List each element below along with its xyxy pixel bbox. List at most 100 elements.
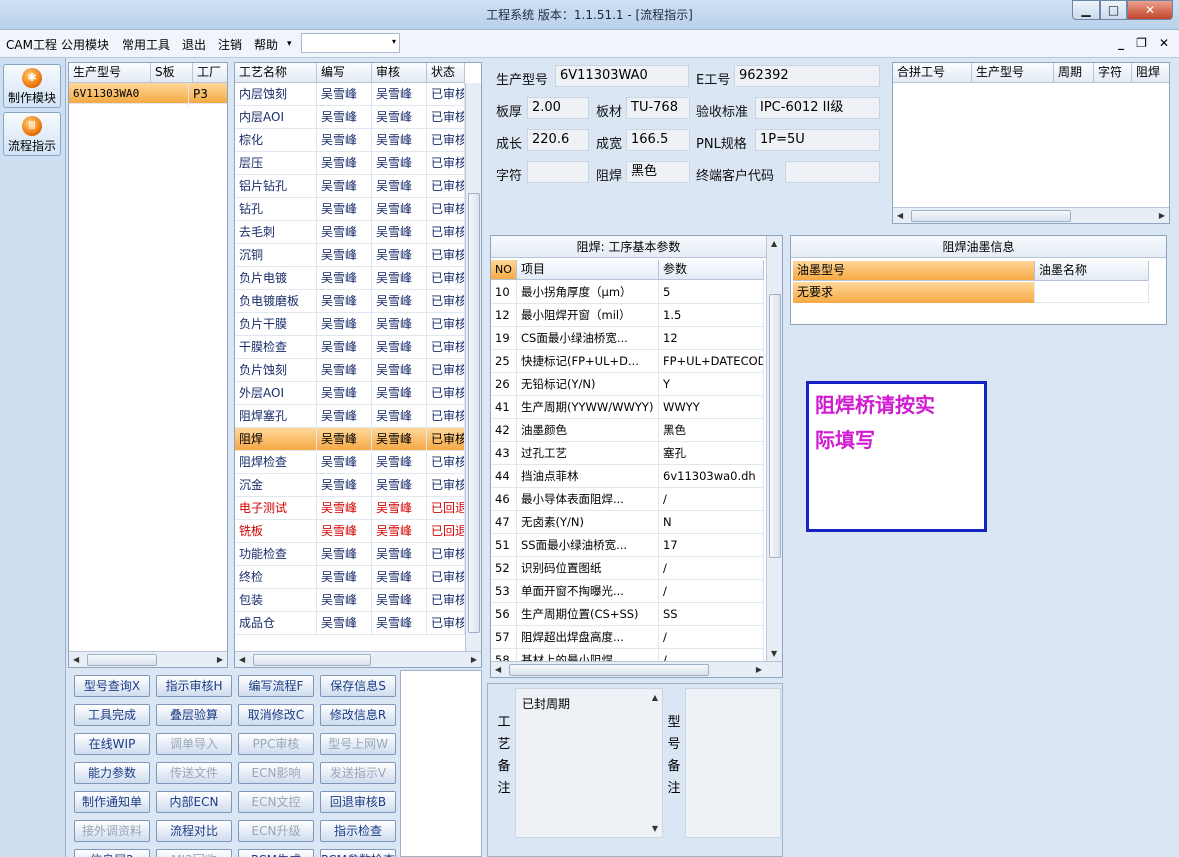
function-button-0-3[interactable]: 保存信息S [320, 675, 396, 697]
function-button-6-0[interactable]: 信息层2 [74, 849, 150, 857]
col-writer[interactable]: 编写 [317, 63, 372, 83]
table-row[interactable]: 44 挡油点菲林 6v11303wa0.dh [491, 465, 764, 488]
function-button-2-0[interactable]: 在线WIP [74, 733, 150, 755]
table-row[interactable]: 负片电镀 吴雪峰 吴雪峰 已审核 [235, 267, 465, 290]
table-row[interactable]: 干膜检查 吴雪峰 吴雪峰 已审核 [235, 336, 465, 359]
function-button-4-0[interactable]: 制作通知单 [74, 791, 150, 813]
table-row[interactable]: 包装 吴雪峰 吴雪峰 已审核 [235, 589, 465, 612]
function-button-6-3[interactable]: PCM参数检查 [320, 849, 396, 857]
function-button-5-2[interactable]: ECN升级 [238, 820, 314, 842]
horizontal-scrollbar[interactable]: ◀ ▶ [893, 207, 1169, 223]
minimize-button[interactable]: ▁ [1072, 0, 1100, 20]
thickness-field[interactable]: 2.00 [527, 97, 589, 119]
scroll-left-icon[interactable]: ◀ [239, 655, 245, 664]
table-row[interactable]: 47 无卤素(Y/N) N [491, 511, 764, 534]
table-row[interactable]: 沉铜 吴雪峰 吴雪峰 已审核 [235, 244, 465, 267]
table-row[interactable]: 沉金 吴雪峰 吴雪峰 已审核 [235, 474, 465, 497]
table-row[interactable]: 42 油墨颜色 黑色 [491, 419, 764, 442]
table-row[interactable]: 铝片钻孔 吴雪峰 吴雪峰 已审核 [235, 175, 465, 198]
col-process-name[interactable]: 工艺名称 [235, 63, 317, 83]
scroll-thumb[interactable] [769, 294, 781, 558]
menu-exit[interactable]: 退出 [182, 36, 206, 53]
table-row[interactable]: 外层AOI 吴雪峰 吴雪峰 已审核 [235, 382, 465, 405]
table-row[interactable]: 负电镀磨板 吴雪峰 吴雪峰 已审核 [235, 290, 465, 313]
width-field[interactable]: 166.5 [626, 129, 690, 151]
e-number-field[interactable]: 962392 [734, 65, 880, 87]
table-row[interactable]: 内层AOI 吴雪峰 吴雪峰 已审核 [235, 106, 465, 129]
char-field[interactable] [527, 161, 589, 183]
col-status[interactable]: 状态 [427, 63, 465, 83]
table-row[interactable]: 阻焊塞孔 吴雪峰 吴雪峰 已审核 [235, 405, 465, 428]
scroll-down-icon[interactable]: ▼ [652, 824, 658, 833]
scroll-right-icon[interactable]: ▶ [217, 655, 223, 664]
function-button-4-3[interactable]: 回退审核B [320, 791, 396, 813]
function-button-6-2[interactable]: PCM生成 [238, 849, 314, 857]
table-row[interactable]: 52 识别码位置图纸 / [491, 557, 764, 580]
function-button-3-0[interactable]: 能力参数 [74, 762, 150, 784]
vertical-scrollbar[interactable] [465, 83, 481, 651]
table-row[interactable]: 功能检查 吴雪峰 吴雪峰 已审核 [235, 543, 465, 566]
function-button-4-2[interactable]: ECN文控 [238, 791, 314, 813]
table-row[interactable]: 负片干膜 吴雪峰 吴雪峰 已审核 [235, 313, 465, 336]
table-row[interactable]: 无要求 [793, 282, 1149, 303]
menu-logout[interactable]: 注销 [218, 36, 242, 53]
col-merge-model[interactable]: 生产型号 [972, 63, 1054, 83]
col-merge-no[interactable]: 合拼工号 [893, 63, 972, 83]
col-item[interactable]: 项目 [517, 260, 659, 280]
col-ink-name[interactable]: 油墨名称 [1035, 261, 1149, 281]
table-row[interactable]: 25 快捷标记(FP+UL+D... FP+UL+DATECODE [491, 350, 764, 373]
table-row[interactable]: 阻焊检查 吴雪峰 吴雪峰 已审核 [235, 451, 465, 474]
function-button-5-3[interactable]: 指示检查 [320, 820, 396, 842]
length-field[interactable]: 220.6 [527, 129, 589, 151]
table-row[interactable]: 57 阻焊超出焊盘高度... / [491, 626, 764, 649]
function-button-3-3[interactable]: 发送指示V [320, 762, 396, 784]
table-row[interactable]: 56 生产周期位置(CS+SS) SS [491, 603, 764, 626]
table-row[interactable]: 内层蚀刻 吴雪峰 吴雪峰 已审核 [235, 83, 465, 106]
horizontal-scrollbar[interactable]: ◀ ▶ [69, 651, 227, 667]
function-button-3-2[interactable]: ECN影响 [238, 762, 314, 784]
menu-help[interactable]: 帮助 [254, 36, 278, 53]
pnl-field[interactable]: 1P=5U [755, 129, 880, 151]
customer-code-field[interactable] [785, 161, 880, 183]
col-s[interactable]: S板 [151, 63, 193, 83]
function-button-2-2[interactable]: PPC审核 [238, 733, 314, 755]
function-button-6-1[interactable]: MI2回收 [156, 849, 232, 857]
standard-field[interactable]: IPC-6012 II级 [755, 97, 880, 119]
function-button-0-2[interactable]: 编写流程F [238, 675, 314, 697]
col-param[interactable]: 参数 [659, 260, 764, 280]
col-merge-cycle[interactable]: 周期 [1054, 63, 1094, 83]
function-button-1-3[interactable]: 修改信息R [320, 704, 396, 726]
menu-cam[interactable]: CAM工程 [6, 36, 57, 53]
table-row[interactable]: 41 生产周期(YYWW/WWYY) WWYY [491, 396, 764, 419]
function-button-0-1[interactable]: 指示审核H [156, 675, 232, 697]
mdi-close-button[interactable]: ✕ [1159, 36, 1169, 50]
material-field[interactable]: TU-768 [626, 97, 690, 119]
col-model[interactable]: 生产型号 [69, 63, 151, 83]
table-row[interactable]: 层压 吴雪峰 吴雪峰 已审核 [235, 152, 465, 175]
table-row[interactable]: 去毛刺 吴雪峰 吴雪峰 已审核 [235, 221, 465, 244]
mask-field[interactable]: 黑色 [626, 161, 690, 183]
table-row[interactable]: 负片蚀刻 吴雪峰 吴雪峰 已审核 [235, 359, 465, 382]
help-dropdown-icon[interactable]: ▾ [287, 39, 292, 49]
scroll-right-icon[interactable]: ▶ [756, 665, 762, 674]
scroll-left-icon[interactable]: ◀ [495, 665, 501, 674]
function-button-1-2[interactable]: 取消修改C [238, 704, 314, 726]
table-row[interactable]: 43 过孔工艺 塞孔 [491, 442, 764, 465]
function-button-1-1[interactable]: 叠层验算 [156, 704, 232, 726]
menu-common-module[interactable]: 公用模块 [61, 36, 109, 53]
table-row[interactable]: 51 SS面最小绿油桥宽... 17 [491, 534, 764, 557]
scroll-left-icon[interactable]: ◀ [73, 655, 79, 664]
scroll-thumb[interactable] [911, 210, 1071, 222]
model-field[interactable]: 6V11303WA0 [555, 65, 689, 87]
scroll-up-icon[interactable]: ▲ [652, 693, 658, 702]
mdi-minimize-button[interactable]: _ [1118, 36, 1124, 50]
scroll-thumb[interactable] [87, 654, 157, 666]
function-button-5-0[interactable]: 接外调资料 [74, 820, 150, 842]
table-row[interactable]: 终检 吴雪峰 吴雪峰 已审核 [235, 566, 465, 589]
col-ink-model[interactable]: 油墨型号 [793, 261, 1035, 281]
scroll-thumb[interactable] [468, 193, 480, 633]
col-merge-char[interactable]: 字符 [1094, 63, 1132, 83]
vertical-scrollbar[interactable]: ▲ ▼ [766, 236, 782, 661]
table-row[interactable]: 棕化 吴雪峰 吴雪峰 已审核 [235, 129, 465, 152]
model-remark-textarea[interactable] [685, 688, 781, 838]
